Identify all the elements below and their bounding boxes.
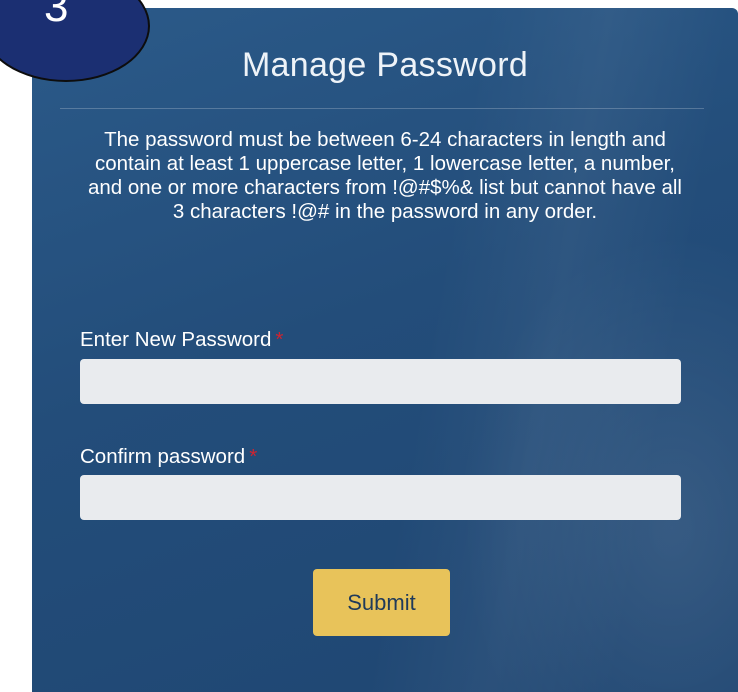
submit-button[interactable]: Submit (313, 569, 450, 636)
title-divider (60, 108, 704, 109)
step-number: 3 (44, 0, 69, 31)
page: Manage Password The password must be bet… (0, 0, 738, 692)
required-asterisk: * (275, 328, 284, 351)
new-password-label-text: Enter New Password (80, 328, 272, 351)
new-password-input[interactable] (80, 359, 681, 404)
manage-password-panel: Manage Password The password must be bet… (32, 8, 738, 692)
confirm-password-label: Confirm password * (80, 445, 257, 469)
required-asterisk: * (249, 445, 258, 468)
new-password-label: Enter New Password * (80, 328, 283, 352)
password-requirements-text: The password must be between 6-24 charac… (88, 128, 682, 223)
confirm-password-label-text: Confirm password (80, 445, 246, 468)
confirm-password-input[interactable] (80, 475, 681, 520)
